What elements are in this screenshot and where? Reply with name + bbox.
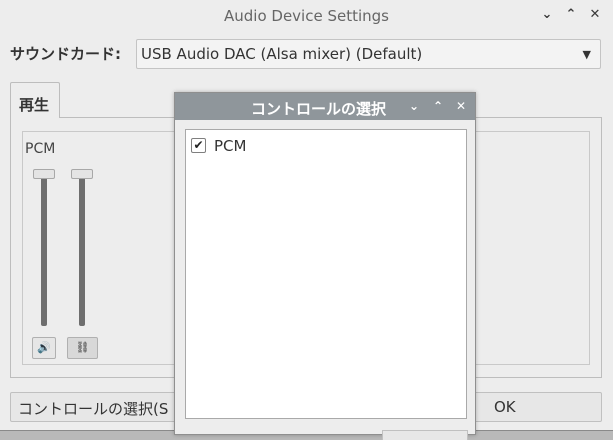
select-controls-dialog: コントロールの選択 ⌄ ⌃ ✕ ✔ PCM — [174, 92, 476, 440]
sound-card-select[interactable]: USB Audio DAC (Alsa mixer) (Default) ▼ — [136, 39, 601, 69]
close-button[interactable]: ✕ — [587, 7, 603, 23]
pcm-left-volume-handle[interactable] — [33, 169, 55, 179]
link-icon: ⛓ — [75, 341, 90, 354]
select-controls-label: コントロールの選択(S — [18, 400, 169, 418]
dialog-title: コントロールの選択 — [251, 100, 387, 118]
dialog-minimize-button[interactable]: ⌄ — [407, 98, 421, 114]
lock-channels-button[interactable]: ⛓ — [67, 337, 98, 359]
window-title: Audio Device Settings — [224, 7, 389, 25]
minimize-button[interactable]: ⌄ — [539, 7, 555, 23]
sound-card-label: サウンドカード: — [10, 45, 121, 63]
pcm-checkbox-label[interactable]: PCM — [214, 137, 246, 155]
pcm-channel-label: PCM — [25, 141, 56, 157]
select-controls-button[interactable]: コントロールの選択(S — [10, 392, 180, 422]
dialog-ok-button[interactable] — [382, 430, 468, 440]
check-icon: ✔ — [193, 138, 204, 152]
speaker-icon: 🔊 — [37, 341, 51, 354]
tab-playback-label: 再生 — [19, 96, 50, 114]
pcm-checkbox[interactable]: ✔ — [191, 138, 206, 153]
pcm-left-volume-track[interactable] — [41, 174, 47, 326]
ok-label: OK — [494, 398, 516, 416]
window-titlebar[interactable]: Audio Device Settings ⌄ ⌃ ✕ — [0, 0, 613, 32]
tab-playback[interactable]: 再生 — [10, 82, 60, 118]
dialog-titlebar[interactable]: コントロールの選択 ⌄ ⌃ ✕ — [175, 93, 475, 120]
pcm-right-volume-track[interactable] — [79, 174, 85, 326]
mute-button[interactable]: 🔊 — [32, 337, 56, 359]
chevron-down-icon: ▼ — [582, 48, 591, 61]
controls-list: ✔ PCM — [185, 129, 467, 419]
pcm-right-volume-handle[interactable] — [71, 169, 93, 179]
dialog-close-button[interactable]: ✕ — [454, 98, 468, 114]
dialog-maximize-button[interactable]: ⌃ — [431, 98, 445, 114]
maximize-button[interactable]: ⌃ — [563, 7, 579, 23]
sound-card-selected-value: USB Audio DAC (Alsa mixer) (Default) — [141, 45, 423, 63]
